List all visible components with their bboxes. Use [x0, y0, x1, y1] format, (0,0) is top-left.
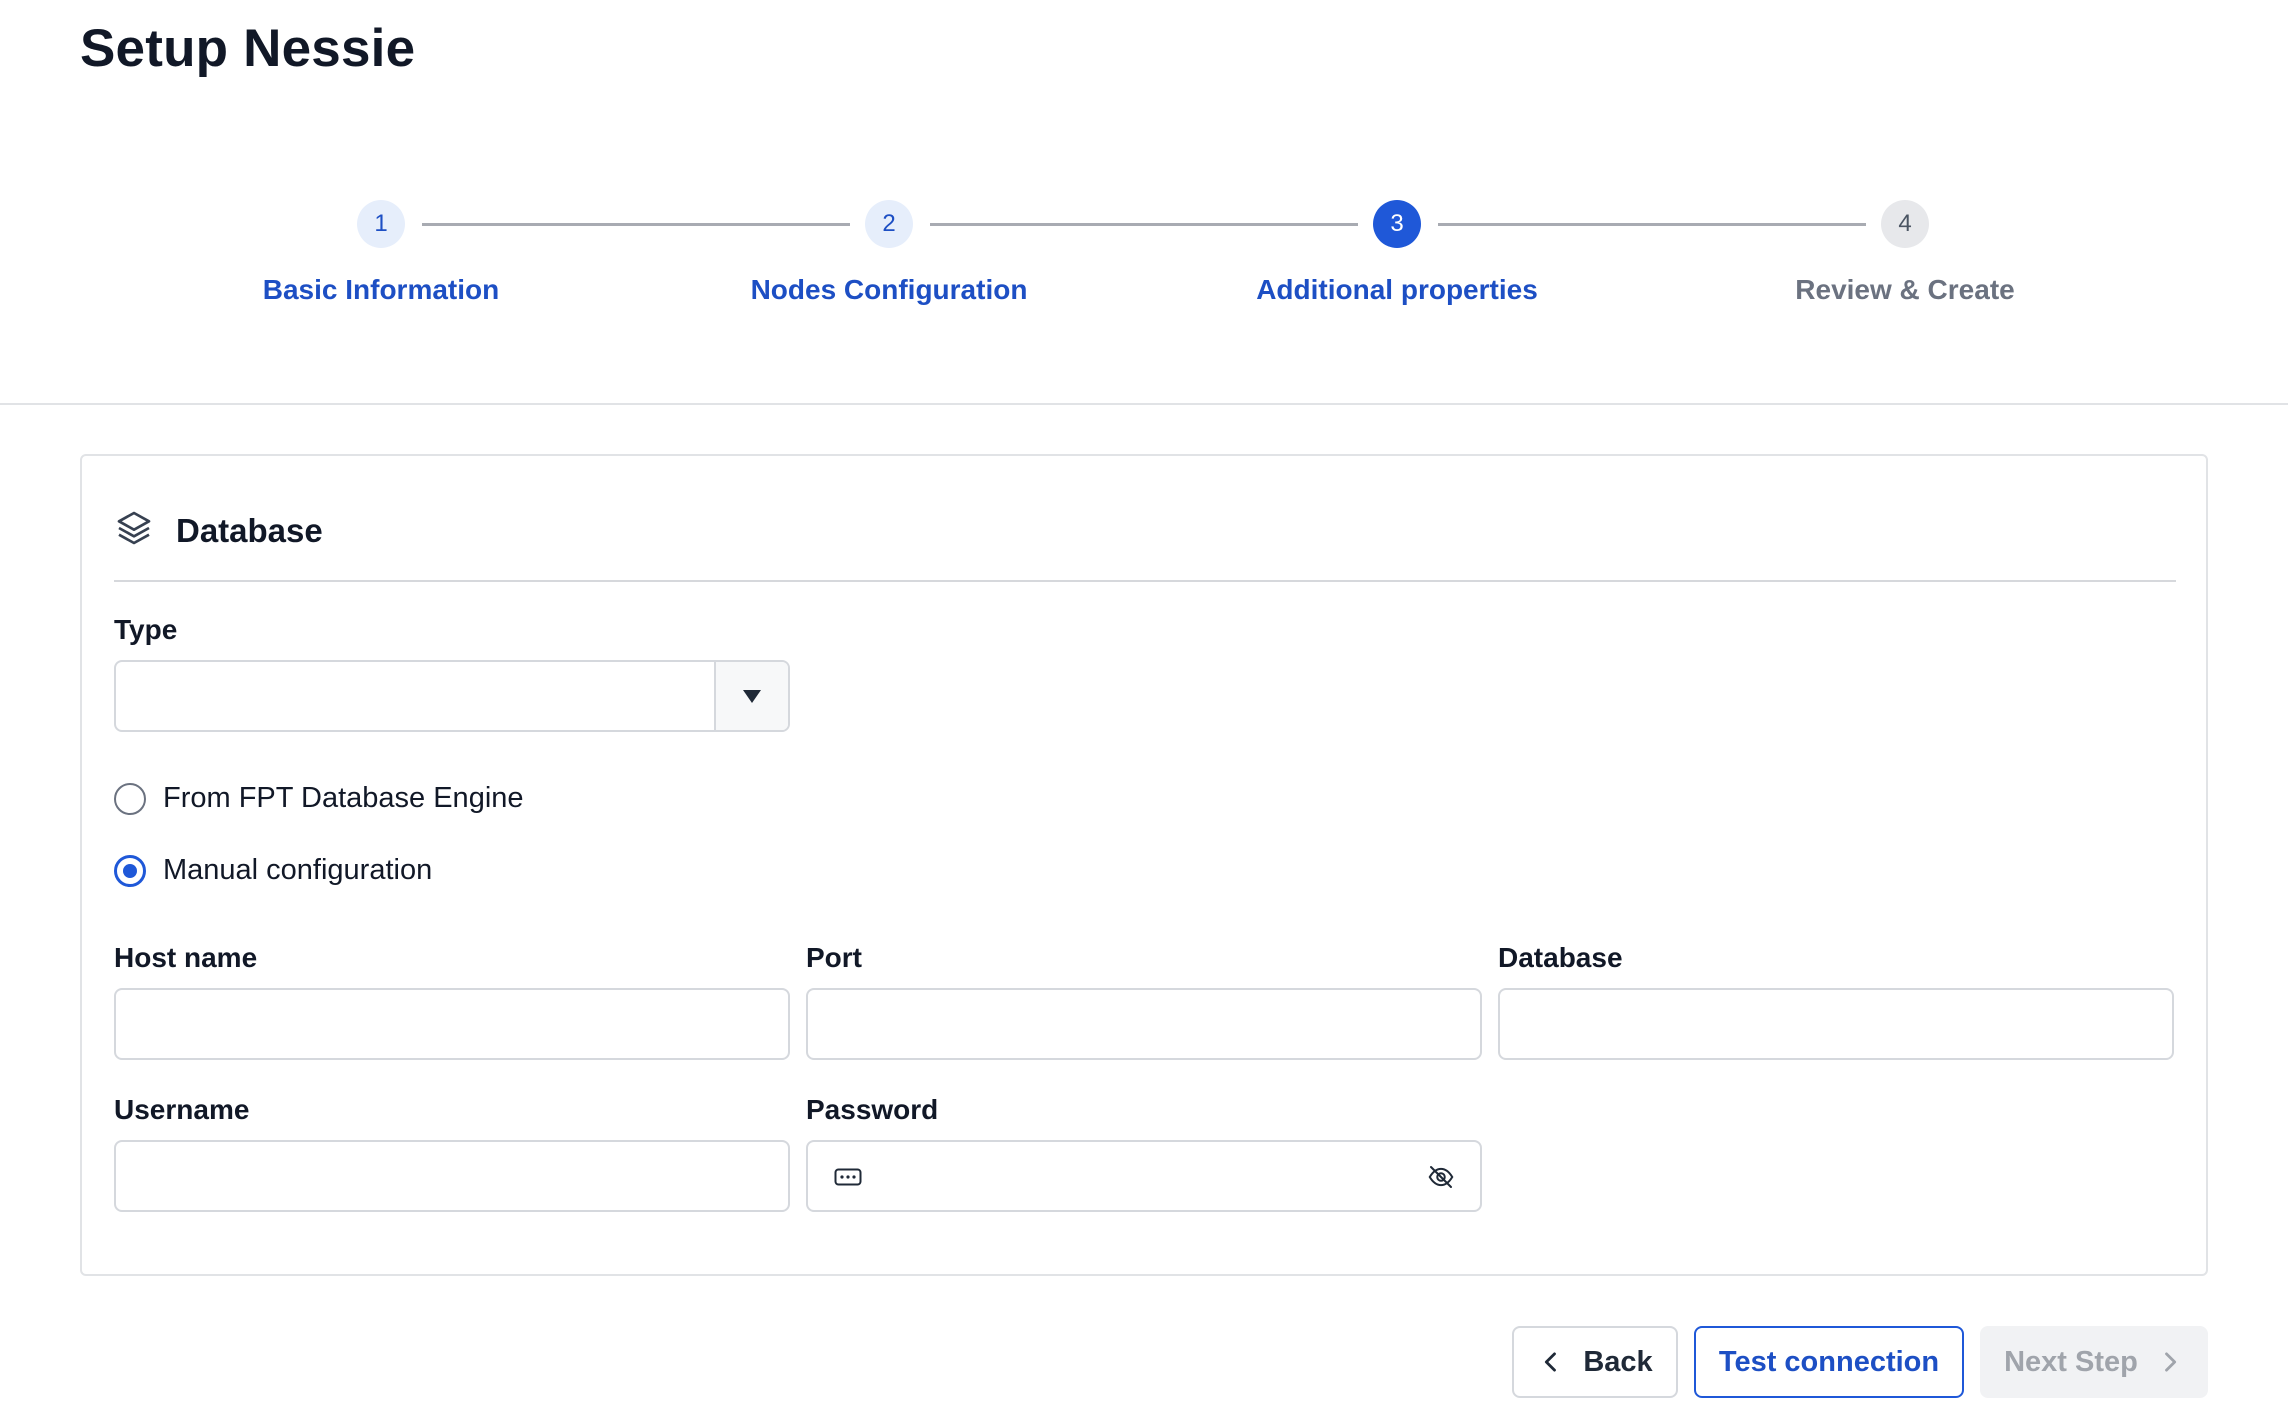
- type-select[interactable]: [114, 660, 790, 732]
- type-label: Type: [114, 614, 178, 645]
- step-number: 2: [865, 200, 913, 248]
- database-card: Database Type From FPT Database Engine M…: [80, 454, 2208, 1276]
- step-label: Nodes Configuration: [750, 274, 1028, 305]
- radio-button[interactable]: [114, 854, 146, 887]
- database-label: Database: [1498, 942, 1623, 973]
- password-dots-icon: [834, 1166, 862, 1193]
- radio-label: From FPT Database Engine: [163, 782, 524, 814]
- caret-down-icon: [743, 689, 761, 703]
- step-label: Review & Create: [1795, 274, 2015, 305]
- page-title: Setup Nessie: [80, 19, 416, 78]
- username-input[interactable]: [114, 1140, 790, 1212]
- radio-button[interactable]: [114, 782, 146, 815]
- back-button[interactable]: Back: [1512, 1326, 1678, 1398]
- type-dropdown-button[interactable]: [714, 662, 788, 730]
- host-name-label: Host name: [114, 942, 258, 973]
- host-name-input[interactable]: [114, 988, 790, 1060]
- eye-off-icon[interactable]: [1426, 1162, 1456, 1197]
- username-label: Username: [114, 1094, 250, 1125]
- step-basic-information[interactable]: 1 Basic Information: [181, 200, 581, 306]
- port-label: Port: [806, 942, 862, 973]
- radio-fpt-database-engine[interactable]: From FPT Database Engine: [114, 782, 524, 815]
- card-header: Database: [114, 508, 323, 553]
- port-input[interactable]: [806, 988, 1482, 1060]
- stepper: 1 Basic Information 2 Nodes Configuratio…: [0, 200, 2288, 340]
- test-connection-label: Test connection: [1718, 1345, 1940, 1378]
- layers-icon: [114, 508, 154, 553]
- step-review-create: 4 Review & Create: [1705, 200, 2105, 306]
- password-input[interactable]: [806, 1140, 1482, 1212]
- test-connection-button[interactable]: Test connection: [1694, 1326, 1964, 1398]
- back-label: Back: [1583, 1345, 1653, 1378]
- step-number: 1: [357, 200, 405, 248]
- chevron-left-icon: [1545, 1352, 1557, 1372]
- step-label: Basic Information: [262, 274, 500, 305]
- step-label: Additional properties: [1256, 274, 1538, 305]
- chevron-right-icon: [2164, 1352, 2176, 1372]
- step-nodes-configuration[interactable]: 2 Nodes Configuration: [689, 200, 1089, 306]
- card-title: Database: [176, 511, 323, 549]
- database-input[interactable]: [1498, 988, 2174, 1060]
- radio-label: Manual configuration: [163, 854, 433, 886]
- step-additional-properties[interactable]: 3 Additional properties: [1197, 200, 1597, 306]
- password-label: Password: [806, 1094, 939, 1125]
- radio-manual-configuration[interactable]: Manual configuration: [114, 854, 432, 887]
- step-number: 3: [1373, 200, 1421, 248]
- header-divider: [0, 403, 2288, 405]
- card-divider: [114, 580, 2176, 582]
- next-step-label: Next Step: [2004, 1345, 2138, 1378]
- step-number: 4: [1881, 200, 1929, 248]
- next-step-button[interactable]: Next Step: [1980, 1326, 2208, 1398]
